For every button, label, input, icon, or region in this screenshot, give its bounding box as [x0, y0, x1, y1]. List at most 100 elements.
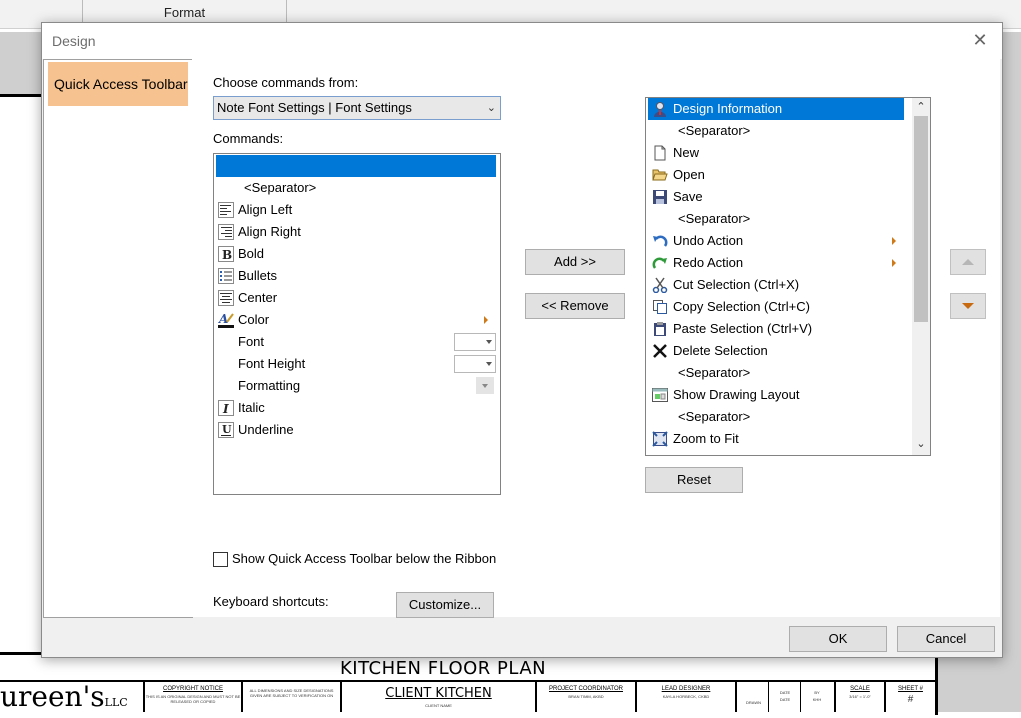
toolbar-item[interactable]: Redo Action [648, 252, 904, 274]
move-up-icon [962, 259, 974, 265]
command-item[interactable]: <Separator> [216, 177, 496, 199]
command-item-label: Color [238, 312, 270, 327]
toolbar-item[interactable]: <Separator> [648, 120, 904, 142]
inline-combo[interactable] [454, 333, 496, 351]
date-value: DATE [779, 697, 791, 702]
toolbar-item-label: <Separator> [678, 409, 751, 424]
dialog-nav: Quick Access Toolbar [43, 59, 193, 618]
show-below-ribbon-label: Show Quick Access Toolbar below the Ribb… [232, 551, 497, 566]
toolbar-item-label: <Separator> [678, 365, 751, 380]
command-item[interactable]: Formatting [216, 375, 496, 397]
nav-quick-access-toolbar[interactable]: Quick Access Toolbar [48, 62, 188, 106]
command-item[interactable]: U Underline [216, 419, 496, 441]
command-item-label: Italic [238, 400, 265, 415]
command-item[interactable]: Center [216, 287, 496, 309]
customize-button[interactable]: Customize... [396, 592, 494, 618]
underline-icon: U [218, 422, 234, 438]
move-down-icon [962, 303, 974, 309]
add-button[interactable]: Add >> [525, 249, 625, 275]
toolbar-item-label: Design Information [673, 101, 783, 116]
cancel-button[interactable]: Cancel [897, 626, 995, 652]
choose-commands-label: Choose commands from: [213, 75, 359, 90]
toolbar-item[interactable]: Design Information [648, 98, 904, 120]
inline-dropdown[interactable] [476, 377, 494, 394]
choose-commands-value: Note Font Settings | Font Settings [217, 100, 412, 115]
add-button-label: Add >> [554, 254, 596, 269]
toolbar-item-label: Delete Selection [673, 343, 768, 358]
toolbar-list-scrollbar[interactable]: ⌃ ⌄ [912, 98, 930, 455]
command-item-label: Formatting [238, 378, 301, 393]
inline-combo[interactable] [454, 355, 496, 373]
toolbar-item[interactable]: Cut Selection (Ctrl+X) [648, 274, 904, 296]
command-item-label: Center [238, 290, 278, 305]
move-down-button[interactable] [950, 293, 986, 319]
command-item[interactable]: Font Height [216, 353, 496, 375]
toolbar-item[interactable]: Save [648, 186, 904, 208]
toolbar-items-list[interactable]: Zoom to Fit <Separator> Show Drawing Layou… [645, 97, 931, 456]
command-item[interactable] [216, 155, 496, 177]
toolbar-item-label: Show Drawing Layout [673, 387, 800, 402]
command-item[interactable]: Bullets [216, 265, 496, 287]
command-item[interactable]: B Bold [216, 243, 496, 265]
toolbar-item[interactable]: <Separator> [648, 362, 904, 384]
choose-commands-select[interactable]: Note Font Settings | Font Settings ⌄ [213, 96, 501, 120]
bullets-icon [218, 268, 234, 284]
bold-icon: B [218, 246, 234, 262]
remove-button-label: << Remove [541, 298, 609, 313]
toolbar-item-label: New [673, 145, 700, 160]
dimensions-note: ALL DIMENSIONS AND SIZE DESIGNATIONS GIV… [249, 688, 334, 698]
scale-cell: SCALE 3/16" = 1'-0" [834, 682, 884, 712]
close-icon[interactable]: ✕ [968, 29, 992, 51]
toolbar-item[interactable]: New [648, 142, 904, 164]
command-item-label: Bold [238, 246, 265, 261]
toolbar-item[interactable]: Show Drawing Layout [648, 384, 904, 406]
toolbar-item[interactable]: <Separator> [648, 406, 904, 428]
toolbar-item[interactable]: Zoom to Fit [648, 428, 904, 450]
scale-heading: SCALE [850, 686, 870, 692]
command-item[interactable]: Align Right [216, 221, 496, 243]
show-below-ribbon-checkbox[interactable] [213, 552, 228, 567]
toolbar-item[interactable]: Copy Selection (Ctrl+C) [648, 296, 904, 318]
toolbar-item-label: <Separator> [678, 123, 751, 138]
svg-text:I: I [222, 402, 229, 416]
submenu-arrow-icon [484, 316, 488, 324]
customize-button-label: Customize... [408, 597, 482, 612]
italic-icon: I [218, 400, 234, 416]
copyright-heading: COPYRIGHT NOTICE [163, 686, 223, 692]
submenu-arrow-icon [892, 259, 896, 267]
ribbon-tab-format[interactable]: Format [82, 0, 287, 22]
scroll-up-icon[interactable]: ⌃ [916, 102, 926, 113]
command-item[interactable]: Font [216, 331, 496, 353]
move-up-button[interactable] [950, 249, 986, 275]
date-heading: DATE [779, 690, 791, 695]
client-cell: CLIENT KITCHEN CLIENT NAME [340, 682, 535, 712]
scrollbar-thumb[interactable] [914, 116, 928, 322]
cut-icon [652, 277, 668, 293]
toolbar-item[interactable]: Open [648, 164, 904, 186]
client-caption: CLIENT NAME [425, 703, 452, 708]
keyboard-shortcuts-label: Keyboard shortcuts: [213, 594, 329, 609]
copy-icon [652, 299, 668, 315]
sheet-title: KITCHEN FLOOR PLAN [340, 658, 547, 679]
commands-list[interactable]: <Separator> Align Left Align Right B Bold Bul… [213, 153, 501, 495]
command-item[interactable]: Align Left [216, 199, 496, 221]
svg-text:A: A [218, 312, 228, 326]
copyright-cell: COPYRIGHT NOTICE THIS IS AN ORIGINAL DES… [143, 682, 241, 712]
toolbar-item-label: Paste Selection (Ctrl+V) [673, 321, 813, 336]
align-right-icon [218, 224, 234, 240]
toolbar-item[interactable]: Paste Selection (Ctrl+V) [648, 318, 904, 340]
new-document-icon [652, 145, 668, 161]
command-item[interactable]: A Color [216, 309, 496, 331]
toolbar-item[interactable]: <Separator> [648, 208, 904, 230]
reset-button[interactable]: Reset [645, 467, 743, 493]
command-item-label: Font Height [238, 356, 306, 371]
command-item-label: Bullets [238, 268, 278, 283]
command-item[interactable]: I Italic [216, 397, 496, 419]
save-icon [652, 189, 668, 205]
ok-button[interactable]: OK [789, 626, 887, 652]
date-cell: DATE DATE [768, 682, 801, 712]
toolbar-item[interactable]: Delete Selection [648, 340, 904, 362]
scroll-down-icon[interactable]: ⌄ [916, 439, 926, 450]
remove-button[interactable]: << Remove [525, 293, 625, 319]
toolbar-item[interactable]: Undo Action [648, 230, 904, 252]
